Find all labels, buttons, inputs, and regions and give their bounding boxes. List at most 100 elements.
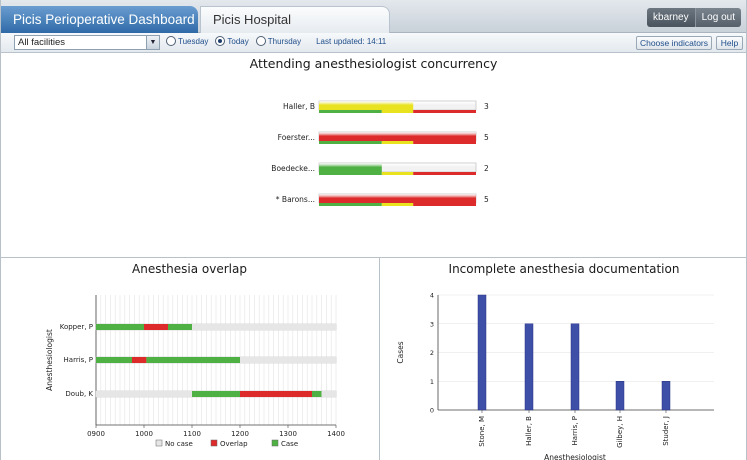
doc-y-tick-label: 0 [430,407,434,415]
concurrency-chart: Haller, B 3 Foerster... 5 Boedecke... 2 * Baro… [271,100,489,206]
overlap-x-tick-label: 1300 [279,430,297,438]
concurrency-scale-segment [413,141,476,144]
radio-tuesday[interactable]: Tuesday [166,36,208,46]
toolbar: All facilities ▼ Tuesday Today Thursday … [0,33,747,53]
doc-bar [570,323,580,411]
doc-y-tick-label: 3 [430,320,434,328]
concurrency-scale-segment [381,110,414,113]
radio-label: Tuesday [178,36,209,46]
overlap-row-label: Kopper, P [60,323,93,331]
overlap-segment [96,324,144,330]
concurrency-value-bar [319,194,476,203]
concurrency-scale-segment [319,172,382,175]
concurrency-row-label: * Barons... [276,195,315,204]
concurrency-scale-segment [413,172,476,175]
concurrency-title: Attending anesthesiologist concurrency [249,56,498,71]
overlap-title: Anesthesia overlap [132,262,247,276]
overlap-x-tick-label: 0900 [87,430,105,438]
overlap-segment [321,391,336,397]
facility-select[interactable]: All facilities ▼ [14,35,160,50]
hospital-tab[interactable]: Picis Hospital [200,6,390,33]
concurrency-value-label: 5 [484,195,489,204]
overlap-legend-swatch [210,439,218,447]
radio-selected-icon [215,36,226,46]
concurrency-row-label: Foerster... [278,133,315,142]
overlap-segment [96,357,132,363]
chevron-down-icon[interactable]: ▼ [146,36,159,49]
last-updated-label: Last updated: 14:11 [316,36,387,46]
doc-x-axis-title: Anesthesiologist [544,453,606,460]
user-area: kbarney Log out [647,8,741,27]
doc-y-tick-label: 1 [430,378,434,386]
facility-select-value: All facilities [18,37,65,48]
concurrency-scale-segment [319,141,382,144]
overlap-x-tick-label: 1100 [183,430,201,438]
overlap-segment [192,391,240,397]
overlap-legend-swatch [271,439,279,447]
overlap-segment [312,391,322,397]
doc-x-tick-label: Gilbey, H [616,416,624,448]
radio-icon [255,36,266,46]
concurrency-scale-segment [319,110,382,113]
doc-x-tick-label: Harris, P [571,416,579,445]
doc-bar [524,323,534,411]
day-radio-group: Tuesday Today Thursday Last updated: 14:… [166,36,386,46]
concurrency-scale-segment [381,203,414,206]
documentation-chart: 0 1 2 3 4 Cases Stone, M Haller, B Harris, P Gilb… [396,292,714,460]
overlap-y-axis-title: Anesthesiologist [45,329,54,391]
concurrency-scale-segment [413,110,476,113]
overlap-panel: Anesthesia overlap 0900 1000 1100 1200 1300 1… [0,258,380,460]
concurrency-value-label: 5 [484,133,489,142]
concurrency-value-label: 2 [484,164,489,173]
radio-today[interactable]: Today [215,36,249,46]
overlap-row-label: Harris, P [64,356,93,364]
logout-button[interactable]: Log out [694,8,741,27]
overlap-row-label: Doub, K [65,390,93,398]
choose-indicators-button[interactable]: Choose indicators [636,36,712,50]
overlap-chart: 0900 1000 1100 1200 1300 1400 Anesthesiologist… [45,295,345,448]
doc-y-tick-label: 2 [430,349,434,357]
overlap-segment [240,391,312,397]
doc-x-tick-label: Stone, M [478,416,486,447]
dashboard-window: Picis Perioperative Dashboard Picis Hosp… [0,0,747,460]
concurrency-scale-segment [319,203,382,206]
doc-bar [477,294,487,411]
overlap-segment [132,357,147,363]
radio-label: Thursday [267,36,302,46]
concurrency-value-label: 3 [484,102,489,111]
app-title-tab[interactable]: Picis Perioperative Dashboard [0,6,198,33]
documentation-panel: Incomplete anesthesia documentation 0 1 2 3… [381,258,747,460]
overlap-legend-swatch [155,439,163,447]
overlap-legend-label: Case [281,440,298,448]
radio-icon [166,36,176,46]
overlap-segment [144,324,168,330]
overlap-segment [240,357,336,363]
documentation-title: Incomplete anesthesia documentation [448,262,680,276]
overlap-segment [96,391,192,397]
concurrency-scale-segment [413,203,476,206]
overlap-x-tick-label: 1200 [231,430,249,438]
concurrency-value-bar [319,101,414,110]
overlap-legend-label: No case [165,440,193,448]
doc-bar [661,381,671,411]
doc-y-axis-title: Cases [396,341,405,363]
concurrency-scale-segment [381,141,414,144]
username-label: kbarney [647,8,695,27]
header-bar: Picis Perioperative Dashboard Picis Hosp… [0,0,747,33]
doc-bar [615,381,625,411]
overlap-segment [192,324,336,330]
help-button[interactable]: Help [716,36,743,50]
concurrency-scale-segment [381,172,414,175]
radio-thursday[interactable]: Thursday [255,36,302,46]
concurrency-value-bar [319,132,476,141]
radio-label: Today [227,36,249,46]
doc-x-tick-label: Studer, J [662,416,670,446]
overlap-segment [146,357,240,363]
concurrency-row-label: Boedecke... [271,164,315,173]
concurrency-panel: Attending anesthesiologist concurrency H… [0,54,747,258]
overlap-segment [168,324,192,330]
doc-y-tick-label: 4 [430,292,434,300]
overlap-x-tick-label: 1000 [135,430,153,438]
overlap-x-tick-label: 1400 [327,430,345,438]
concurrency-value-bar [319,163,382,172]
